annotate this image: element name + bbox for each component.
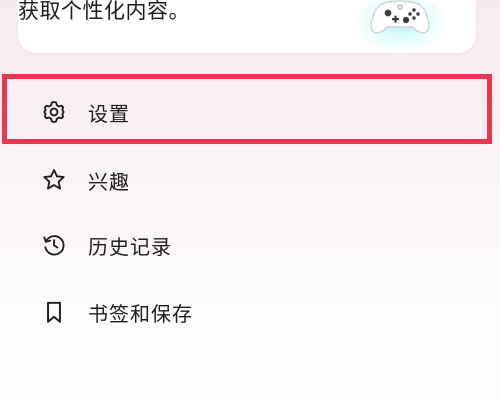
menu-item-bookmarks[interactable]: 书签和保存	[0, 276, 500, 348]
promo-card-text: 获取个性化内容。	[18, 0, 190, 23]
gear-icon	[40, 98, 68, 126]
bookmark-icon	[40, 298, 68, 326]
menu-item-history[interactable]: 历史记录	[0, 209, 500, 281]
history-icon	[40, 231, 68, 259]
menu-item-label: 兴趣	[88, 169, 130, 194]
menu-item-label: 历史记录	[88, 234, 172, 259]
star-icon	[40, 166, 68, 194]
menu-item-label: 设置	[88, 101, 130, 126]
promo-card[interactable]: 获取个性化内容。	[18, 0, 476, 53]
game-controller-icon	[370, 0, 430, 34]
menu-item-settings[interactable]: 设置	[0, 76, 500, 148]
menu-item-label: 书签和保存	[88, 301, 193, 326]
menu-item-interests[interactable]: 兴趣	[0, 144, 500, 216]
